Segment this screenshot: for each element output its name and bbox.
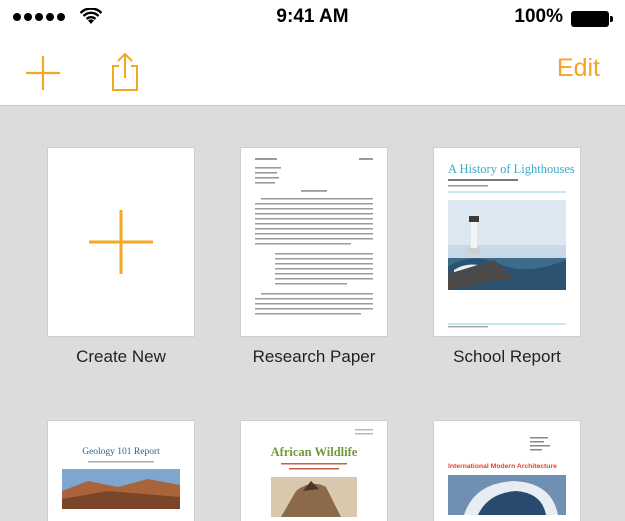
geology-report-thumbnail <box>62 461 180 509</box>
edit-button[interactable]: Edit <box>557 54 600 83</box>
african-wildlife-thumbnail <box>271 429 373 517</box>
template-school-report[interactable]: A History of Lighthouses <box>434 148 580 336</box>
template-label-create-new: Create New <box>76 347 166 366</box>
share-button[interactable] <box>105 50 145 94</box>
research-paper-thumbnail <box>255 158 373 315</box>
template-african-wildlife[interactable]: African Wildlife <box>241 421 387 521</box>
battery-percentage: 100% <box>514 6 563 27</box>
template-label-research-paper: Research Paper <box>252 347 376 366</box>
template-modern-architecture[interactable]: International Modern Architecture <box>434 421 580 521</box>
architecture-thumbnail <box>448 437 566 515</box>
template-research-paper[interactable] <box>241 148 387 336</box>
template-label-school-report: School Report <box>453 347 561 366</box>
add-document-button[interactable] <box>22 52 64 94</box>
navigation-bar: Edit <box>0 38 625 106</box>
status-bar: 9:41 AM 100% <box>0 0 625 38</box>
template-create-new[interactable] <box>48 148 194 336</box>
battery-icon <box>571 11 613 27</box>
plus-icon <box>89 210 153 274</box>
school-report-thumbnail <box>448 179 566 328</box>
template-geology-report[interactable]: Geology 101 Report <box>48 421 194 521</box>
